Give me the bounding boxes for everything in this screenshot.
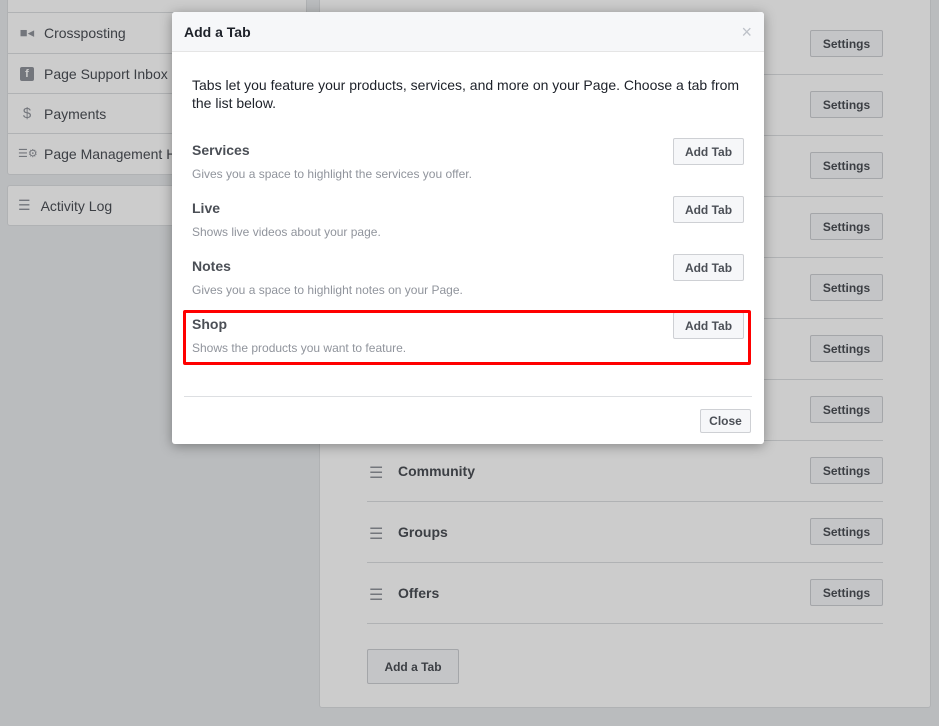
dialog-title: Add a Tab — [172, 12, 764, 52]
add-tab-button[interactable]: Add Tab — [673, 196, 744, 223]
close-icon[interactable]: × — [741, 22, 752, 43]
option-description: Gives you a space to highlight the servi… — [192, 167, 472, 181]
divider — [184, 396, 752, 397]
close-button[interactable]: Close — [700, 409, 751, 433]
tab-option-services: Services Gives you a space to highlight … — [192, 138, 744, 192]
add-tab-button[interactable]: Add Tab — [673, 254, 744, 281]
highlight-box — [183, 310, 751, 365]
option-title: Services — [192, 142, 250, 158]
tab-option-notes: Notes Gives you a space to highlight not… — [192, 254, 744, 308]
option-description: Gives you a space to highlight notes on … — [192, 283, 463, 297]
option-description: Shows live videos about your page. — [192, 225, 381, 239]
option-title: Live — [192, 200, 221, 216]
add-tab-button[interactable]: Add Tab — [673, 138, 744, 165]
dialog-intro: Tabs let you feature your products, serv… — [192, 77, 740, 111]
add-tab-dialog: Add a Tab × Tabs let you feature your pr… — [172, 12, 764, 444]
tab-option-live: Live Shows live videos about your page. … — [192, 196, 744, 250]
option-title: Notes — [192, 258, 231, 274]
